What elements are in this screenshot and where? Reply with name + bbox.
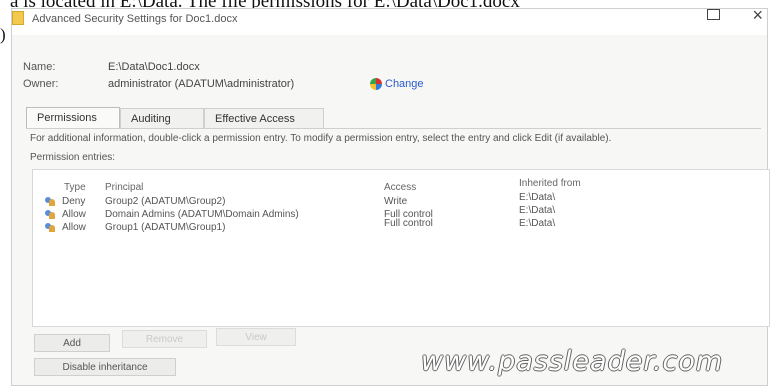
- cell-type: Allow: [62, 209, 86, 220]
- folder-icon: [12, 11, 24, 25]
- watermark: www.passleader.com: [421, 346, 724, 377]
- table-row[interactable]: Deny Group2 (ADATUM\Group2) Write E:\Dat…: [33, 192, 769, 208]
- window-title: Advanced Security Settings for Doc1.docx: [32, 13, 238, 25]
- question-paren: ): [0, 25, 6, 44]
- tab-auditing[interactable]: Auditing: [120, 108, 204, 128]
- group-icon: [45, 223, 57, 232]
- column-header-principal[interactable]: Principal: [105, 182, 143, 193]
- advanced-security-settings-window: Advanced Security Settings for Doc1.docx…: [11, 6, 770, 386]
- name-label: Name:: [23, 61, 56, 73]
- column-header-inherited-from[interactable]: Inherited from: [519, 178, 581, 189]
- screenshot: a is located in E:\Data. The file permis…: [0, 0, 774, 390]
- cell-principal: Group2 (ADATUM\Group2): [105, 196, 226, 207]
- column-header-type[interactable]: Type: [64, 182, 86, 193]
- close-icon[interactable]: ×: [752, 6, 763, 24]
- change-owner-link[interactable]: Change: [370, 78, 424, 90]
- title-bar: Advanced Security Settings for Doc1.docx…: [12, 6, 767, 35]
- uac-shield-icon: [370, 78, 382, 90]
- cell-inherited-from: E:\Data\: [519, 205, 556, 216]
- info-text: For additional information, double-click…: [30, 133, 612, 144]
- table-row[interactable]: Allow Group1 (ADATUM\Group1) Full contro…: [33, 218, 769, 234]
- group-icon: [45, 210, 57, 219]
- cell-type: Deny: [62, 196, 86, 207]
- maximize-button[interactable]: [707, 9, 720, 20]
- cell-principal: Domain Admins (ADATUM\Domain Admins): [105, 209, 299, 220]
- cell-access: Write: [384, 196, 408, 207]
- tab-divider: [26, 128, 761, 129]
- group-icon: [45, 197, 57, 206]
- column-header-access[interactable]: Access: [384, 182, 416, 193]
- remove-button[interactable]: Remove: [122, 330, 207, 348]
- tab-effective-access[interactable]: Effective Access: [204, 108, 324, 128]
- disable-inheritance-button[interactable]: Disable inheritance: [34, 358, 176, 376]
- permission-entries-label: Permission entries:: [30, 152, 116, 163]
- cell-type: Allow: [62, 222, 86, 233]
- name-value: E:\Data\Doc1.docx: [108, 61, 200, 73]
- owner-label: Owner:: [23, 78, 59, 90]
- tab-permissions[interactable]: Permissions: [26, 107, 120, 129]
- add-button[interactable]: Add: [34, 334, 110, 352]
- cell-inherited-from: E:\Data\: [519, 192, 556, 203]
- cell-principal: Group1 (ADATUM\Group1): [105, 222, 226, 233]
- cell-access: Full control: [384, 218, 433, 229]
- cell-inherited-from: E:\Data\: [519, 218, 556, 229]
- permission-entries-list[interactable]: Type Principal Access Inherited from Den…: [32, 169, 770, 327]
- owner-value: administrator (ADATUM\administrator): [108, 78, 295, 90]
- change-label: Change: [385, 78, 424, 90]
- view-button[interactable]: View: [216, 328, 296, 346]
